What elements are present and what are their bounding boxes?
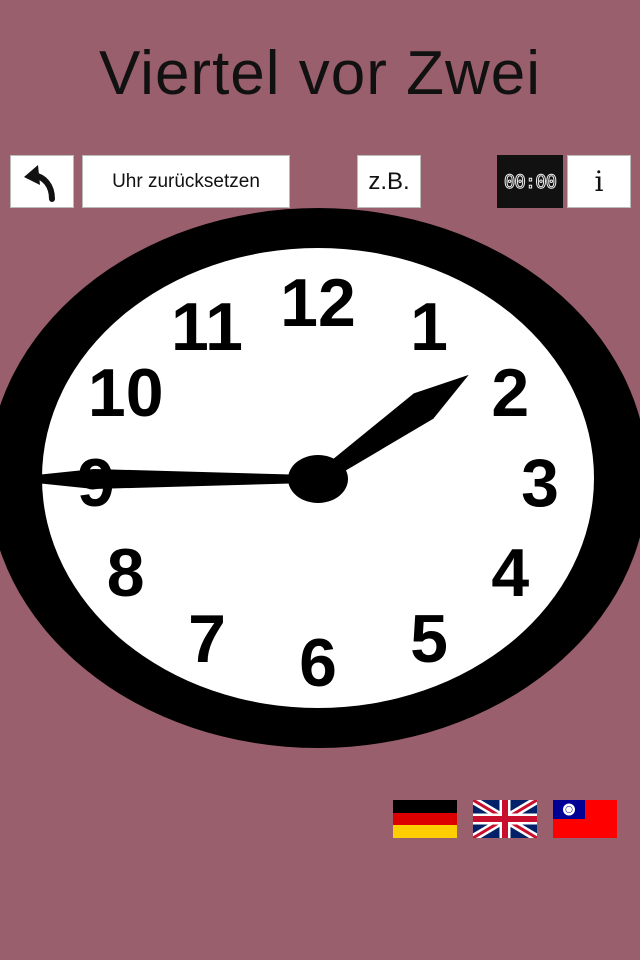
clock-numeral: 1 xyxy=(410,289,448,365)
digital-time-label: 00:00 xyxy=(503,170,557,193)
clock-numeral: 7 xyxy=(188,601,226,677)
clock-numeral: 2 xyxy=(491,355,529,431)
german-flag-icon[interactable] xyxy=(393,800,457,838)
digital-time-button[interactable]: 00:00 xyxy=(497,155,563,208)
reset-clock-button[interactable]: Uhr zurücksetzen xyxy=(82,155,290,208)
clock-center-cap xyxy=(288,455,348,503)
info-button[interactable]: i xyxy=(567,155,631,208)
analog-clock[interactable]: 121234567891011 xyxy=(0,208,640,753)
clock-numeral: 4 xyxy=(491,535,529,611)
back-button[interactable] xyxy=(10,155,74,208)
clock-numeral: 11 xyxy=(171,289,243,365)
clock-numeral: 10 xyxy=(88,355,164,431)
clock-numeral: 12 xyxy=(280,265,356,341)
clock-numeral: 8 xyxy=(107,535,145,611)
uk-flag-icon[interactable] xyxy=(473,800,537,838)
example-button[interactable]: z.B. xyxy=(357,155,421,208)
clock-numeral: 6 xyxy=(299,625,337,701)
taiwan-flag-icon[interactable] xyxy=(553,800,617,838)
clock-numeral: 3 xyxy=(521,445,559,521)
page-title: Viertel vor Zwei xyxy=(98,39,542,108)
curved-back-arrow-icon xyxy=(24,164,55,202)
clock-numeral: 5 xyxy=(410,601,448,677)
